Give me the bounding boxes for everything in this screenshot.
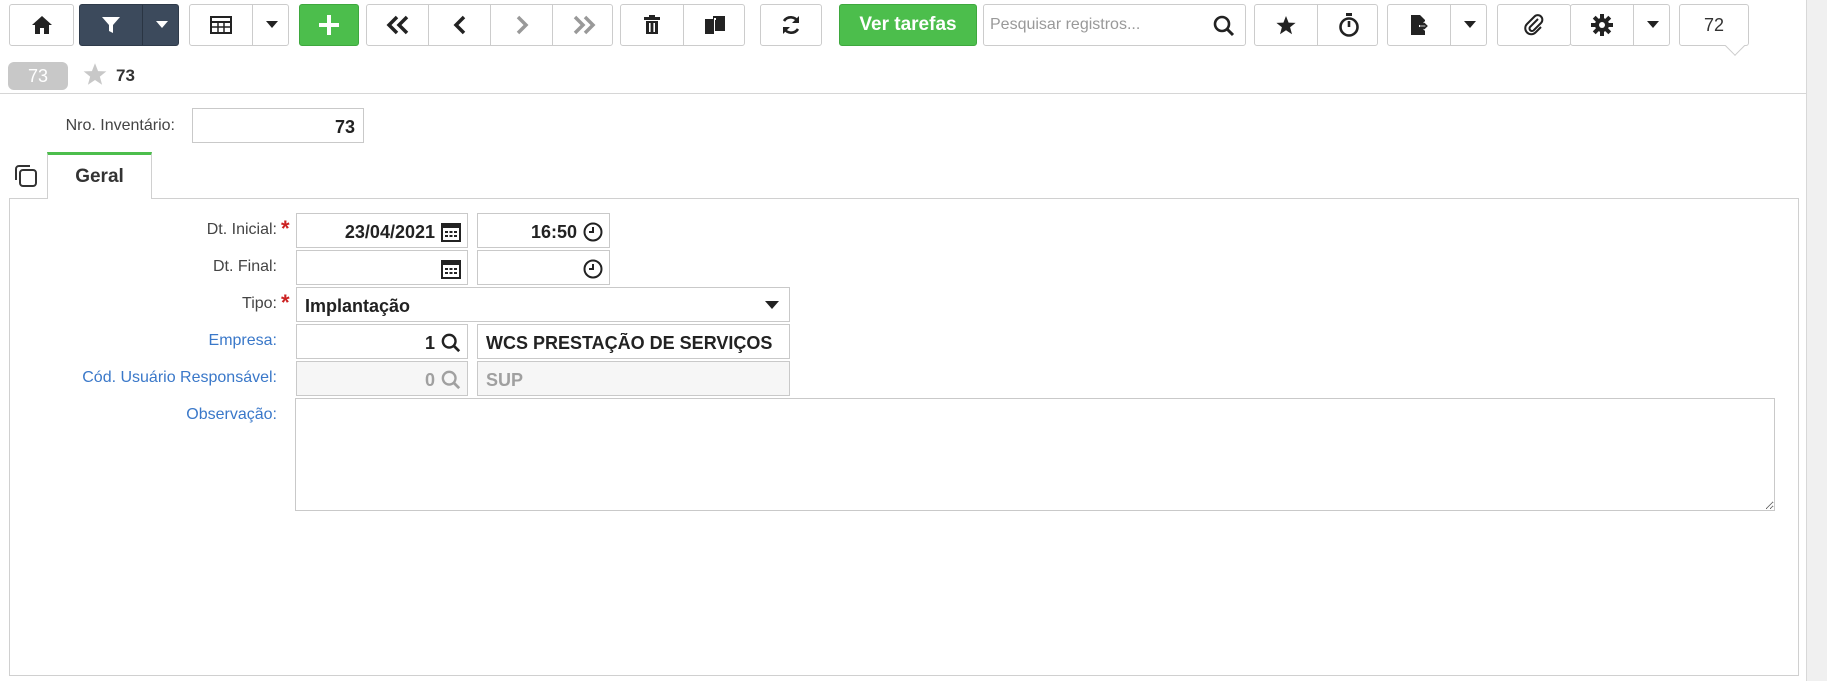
view-tasks-label: Ver tarefas — [859, 14, 957, 35]
dt-inicial-time-input[interactable]: 16:50 — [477, 213, 610, 248]
plus-icon — [319, 15, 339, 35]
chevron-down-icon — [155, 21, 168, 28]
previous-record-button[interactable] — [429, 5, 490, 45]
observacao-label: Observação: — [186, 406, 277, 423]
settings-dropdown[interactable] — [1634, 5, 1671, 45]
dt-final-date-input[interactable] — [296, 250, 468, 285]
favorite-button[interactable] — [1255, 5, 1317, 45]
chevron-down-icon — [265, 21, 278, 28]
search-icon — [441, 370, 461, 390]
required-marker: * — [281, 216, 290, 241]
record-id-badge: 73 — [8, 62, 68, 90]
inventory-value: 73 — [334, 117, 355, 137]
export-icon — [1411, 15, 1429, 35]
record-bar: 73 73 — [0, 56, 1806, 94]
dt-final-time-input[interactable] — [477, 250, 610, 285]
empresa-code-input[interactable]: 1 — [296, 324, 468, 359]
empresa-label[interactable]: Empresa: — [20, 332, 277, 350]
record-count: 72 — [1703, 14, 1725, 35]
dt-inicial-date-value: 23/04/2021 — [344, 222, 435, 242]
window-edge — [1806, 0, 1827, 681]
clock-icon[interactable] — [583, 222, 603, 242]
filter-dropdown[interactable] — [143, 5, 180, 45]
timer-button[interactable] — [1318, 5, 1379, 45]
calendar-icon[interactable] — [441, 259, 461, 279]
dt-inicial-label: Dt. Inicial: — [206, 221, 277, 238]
tab-geral[interactable]: Geral — [47, 152, 152, 199]
empresa-name-field: WCS PRESTAÇÃO DE SERVIÇOS — [477, 324, 790, 359]
last-record-button[interactable] — [553, 5, 614, 45]
record-navigation — [366, 4, 613, 46]
delete-button[interactable] — [621, 5, 683, 45]
inventory-field[interactable]: 73 — [192, 108, 364, 143]
star-icon — [1276, 15, 1296, 34]
inventory-label: Nro. Inventário: — [65, 117, 175, 134]
favorites-group — [1254, 4, 1378, 46]
first-record-button[interactable] — [367, 5, 428, 45]
trash-icon — [644, 15, 660, 34]
next-icon — [516, 15, 528, 35]
first-icon — [386, 15, 408, 35]
required-marker: * — [281, 290, 290, 315]
usuario-name-field: SUP — [477, 361, 790, 396]
next-record-button[interactable] — [491, 5, 552, 45]
gear-icon — [1591, 14, 1613, 36]
usuario-label[interactable]: Cód. Usuário Responsável: — [20, 369, 277, 387]
chevron-down-icon — [1646, 21, 1659, 28]
copy-icon — [705, 16, 725, 34]
search-box — [983, 4, 1246, 46]
home-icon — [31, 16, 52, 34]
prev-icon — [453, 15, 465, 35]
observacao-textarea[interactable] — [295, 398, 1775, 511]
tipo-label: Tipo: — [242, 295, 277, 312]
chevron-down-icon — [765, 301, 779, 309]
search-icon[interactable] — [441, 333, 461, 353]
empresa-code-value: 1 — [424, 333, 435, 353]
export-button[interactable] — [1387, 4, 1487, 46]
export-dropdown[interactable] — [1451, 5, 1488, 45]
chevron-down-icon — [1463, 21, 1476, 28]
filter-button[interactable] — [79, 4, 179, 46]
refresh-icon — [782, 16, 800, 34]
tipo-value: Implantação — [305, 296, 411, 316]
record-count-box: 72 — [1679, 4, 1749, 56]
calendar-icon[interactable] — [441, 222, 461, 242]
attachments-button[interactable] — [1497, 4, 1571, 46]
stopwatch-icon — [1338, 13, 1359, 37]
search-input[interactable] — [984, 5, 1209, 45]
filter-icon — [102, 17, 120, 33]
view-tasks-button[interactable]: Ver tarefas — [839, 4, 977, 46]
record-title: 73 — [116, 66, 135, 85]
table-view-dropdown[interactable] — [253, 5, 290, 45]
add-record-button[interactable] — [299, 4, 359, 46]
tab-geral-label: Geral — [75, 166, 124, 187]
home-button[interactable] — [9, 4, 74, 46]
table-view-button[interactable] — [189, 4, 289, 46]
record-actions — [620, 4, 745, 46]
usuario-name-value: SUP — [486, 370, 524, 390]
usuario-code-value: 0 — [424, 370, 435, 390]
toolbar: Ver tarefas 72 — [0, 0, 1827, 56]
dt-inicial-time-value: 16:50 — [530, 222, 577, 242]
settings-button[interactable] — [1570, 4, 1670, 46]
clock-icon[interactable] — [583, 259, 603, 279]
dt-inicial-date-input[interactable]: 23/04/2021 — [296, 213, 468, 248]
star-icon[interactable] — [82, 62, 108, 87]
refresh-button[interactable] — [760, 4, 822, 46]
empresa-name-value: WCS PRESTAÇÃO DE SERVIÇOS — [486, 333, 773, 353]
dt-final-label: Dt. Final: — [212, 258, 277, 275]
paperclip-icon — [1524, 14, 1544, 36]
copy-record-button[interactable] — [684, 5, 746, 45]
table-icon — [210, 16, 232, 34]
duplicate-icon[interactable] — [14, 164, 38, 188]
last-icon — [573, 15, 595, 35]
search-icon[interactable] — [1213, 15, 1235, 37]
usuario-code-input: 0 — [296, 361, 468, 396]
tipo-select[interactable]: Implantação — [296, 287, 790, 322]
